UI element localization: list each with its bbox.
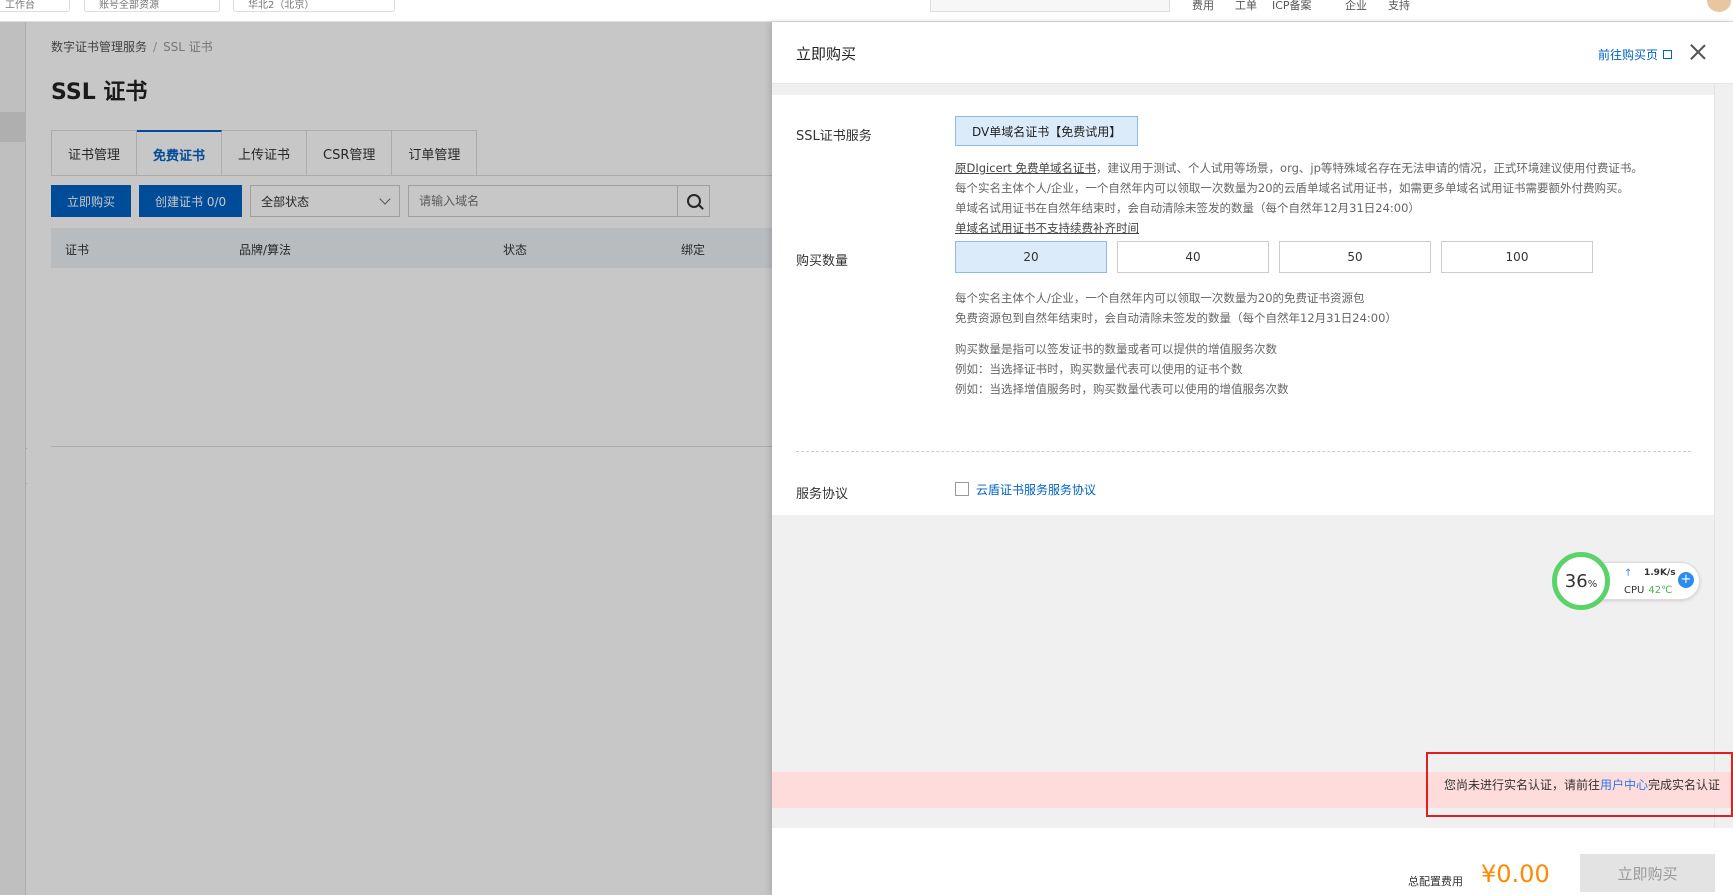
- resource-scope-tab[interactable]: 账号全部资源: [84, 0, 220, 12]
- arrow-up-icon: ↑: [1624, 568, 1633, 579]
- quantity-option-20[interactable]: 20: [955, 241, 1107, 273]
- topbar-item-enterprise[interactable]: 企业: [1345, 0, 1367, 13]
- plus-icon[interactable]: +: [1678, 572, 1694, 588]
- top-bar: 工作台 账号全部资源 华北2（北京） 费用 工单 ICP备案 企业 支持: [0, 0, 1733, 22]
- ssl-service-desc-2: 每个实名主体个人/企业，一个自然年内可以领取一次数量为20的云盾单域名试用证书，…: [955, 181, 1630, 195]
- digicert-link[interactable]: 原DIgicert 免费单域名证书: [955, 161, 1096, 175]
- ssl-service-option[interactable]: DV单域名证书【免费试用】: [955, 116, 1139, 146]
- agreement-checkbox[interactable]: [955, 482, 969, 496]
- agreement-link[interactable]: 云盾证书服务服务协议: [976, 481, 1096, 498]
- global-search-input[interactable]: [930, 0, 1170, 12]
- quantity-desc-3: 购买数量是指可以签发证书的数量或者可以提供的增值服务次数: [955, 342, 1277, 356]
- region-selector[interactable]: 华北2（北京）: [233, 0, 395, 12]
- user-center-link[interactable]: 用户中心: [1600, 776, 1648, 793]
- cpu-usage-ring: 36%: [1552, 552, 1610, 610]
- quantity-desc-1: 每个实名主体个人/企业，一个自然年内可以领取一次数量为20的免费证书资源包: [955, 291, 1365, 305]
- quantity-option-50[interactable]: 50: [1279, 241, 1431, 273]
- quantity-option-40[interactable]: 40: [1117, 241, 1269, 273]
- quantity-options: 20 40 50 100: [955, 241, 1593, 273]
- ssl-service-desc-3: 单域名试用证书在自然年结束时，会自动清除未签发的数量（每个自然年12月31日24…: [955, 201, 1420, 215]
- drawer-footer: 总配置费用 ¥0.00 立即购买: [772, 828, 1733, 895]
- cpu-monitor-widget[interactable]: 36% ↑ 1.9K/s CPU 42℃ +: [1552, 552, 1700, 610]
- go-buy-page-label: 前往购买页: [1598, 48, 1659, 62]
- ssl-service-desc-4: 单域名试用证书不支持续费补齐时间: [955, 218, 1139, 238]
- topbar-item-icp[interactable]: ICP备案: [1272, 0, 1312, 13]
- topbar-item-support[interactable]: 支持: [1388, 0, 1410, 13]
- avatar[interactable]: [1707, 0, 1731, 12]
- quantity-desc-4: 例如：当选择证书时，购买数量代表可以使用的证书个数: [955, 362, 1243, 376]
- modal-overlay[interactable]: [0, 22, 772, 895]
- quantity-desc-2: 免费资源包到自然年结束时，会自动清除未签发的数量（每个自然年12月31日24:0…: [955, 311, 1397, 325]
- quantity-option-100[interactable]: 100: [1441, 241, 1593, 273]
- external-link-icon: [1663, 50, 1673, 59]
- quantity-desc-5: 例如：当选择增值服务时，购买数量代表可以使用的增值服务次数: [955, 382, 1289, 396]
- cpu-temp: CPU 42℃: [1624, 585, 1673, 596]
- drawer-scrollbar[interactable]: [1714, 84, 1733, 834]
- drawer-title: 立即购买: [796, 45, 857, 63]
- go-buy-page-link[interactable]: 前往购买页: [1598, 46, 1673, 63]
- renewal-note-link[interactable]: 单域名试用证书不支持续费补齐时间: [955, 221, 1139, 235]
- topbar-item-tickets[interactable]: 工单: [1235, 0, 1257, 13]
- buy-drawer: 立即购买 前往购买页 SSL证书服务 DV单域名证书【免费试用】 原DIgice…: [772, 22, 1733, 895]
- close-icon[interactable]: [1690, 44, 1706, 60]
- network-speed: 1.9K/s: [1644, 568, 1676, 578]
- agreement-label: 服务协议: [796, 487, 849, 502]
- confirm-buy-button[interactable]: 立即购买: [1580, 854, 1715, 892]
- section-divider: [796, 451, 1691, 452]
- drawer-header: 立即购买 前往购买页: [772, 22, 1733, 84]
- workbench-tab[interactable]: 工作台: [0, 0, 70, 12]
- total-price: ¥0.00: [1481, 860, 1550, 888]
- total-cost-label: 总配置费用: [1408, 875, 1463, 888]
- topbar-item-fees[interactable]: 费用: [1192, 0, 1214, 13]
- ssl-service-label: SSL证书服务: [796, 129, 872, 144]
- quantity-label: 购买数量: [796, 254, 849, 269]
- drawer-form: SSL证书服务 DV单域名证书【免费试用】 原DIgicert 免费单域名证书，…: [772, 95, 1714, 515]
- ssl-service-desc-1: 原DIgicert 免费单域名证书，建议用于测试、个人试用等场景，org、jp等…: [955, 161, 1643, 175]
- real-name-warning: 您尚未进行实名认证，请前往 用户中心 完成实名认证: [1426, 752, 1733, 817]
